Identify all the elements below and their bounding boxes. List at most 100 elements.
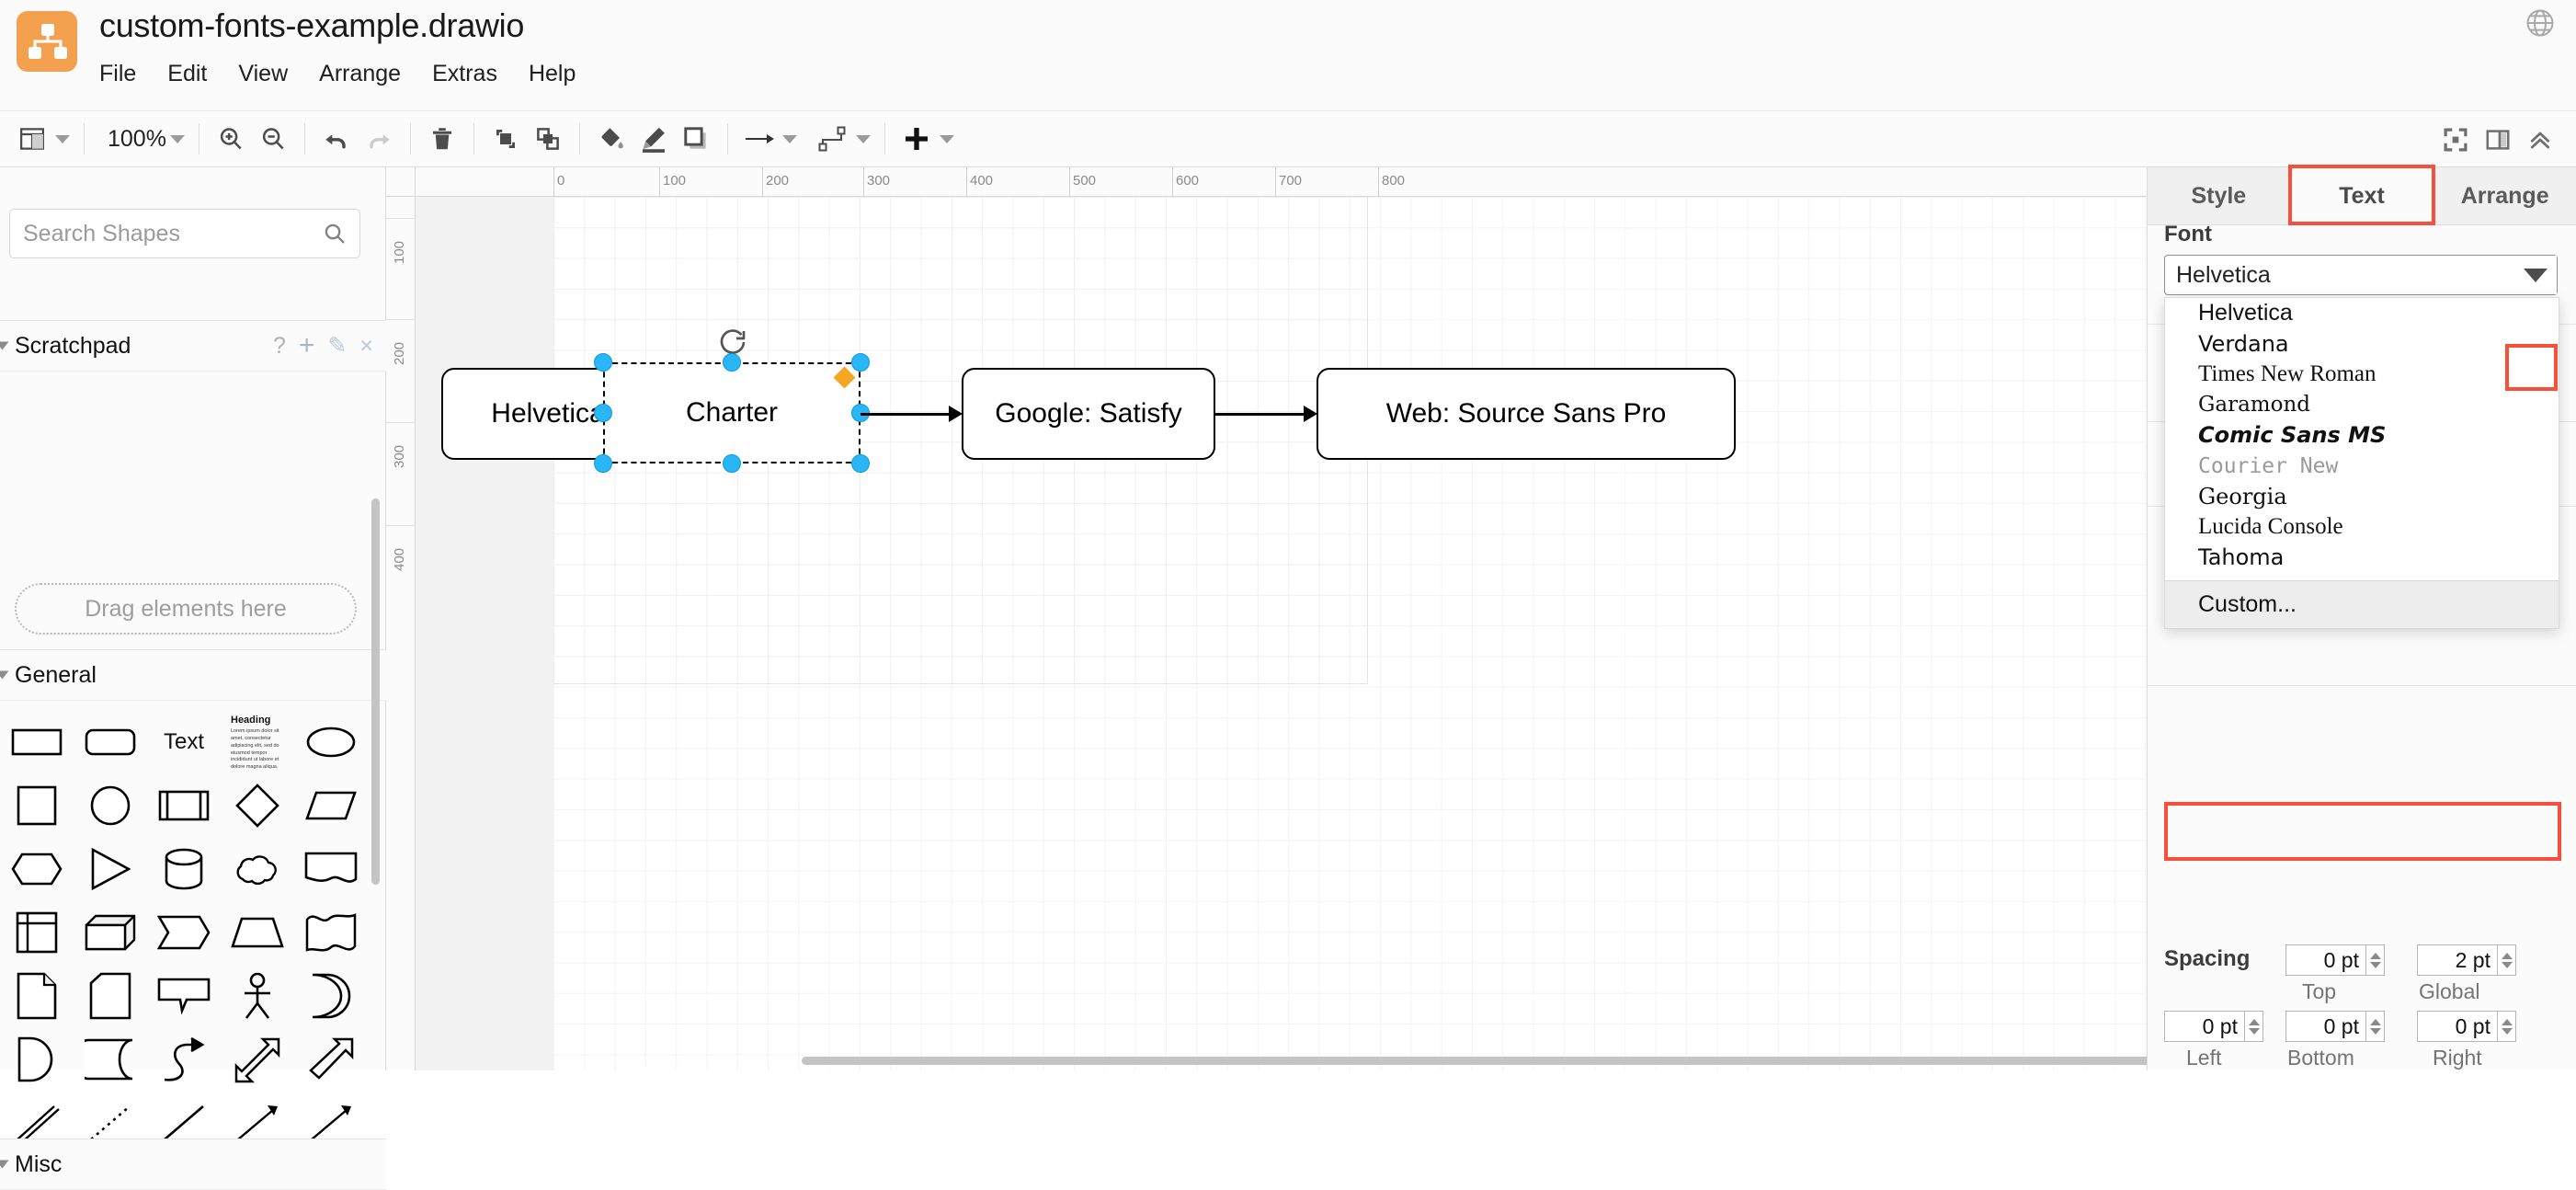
arrow-shape[interactable] <box>294 1027 368 1091</box>
canvas-viewport[interactable]: Helvetica Charter Google: Satisfy Web: S… <box>416 197 2147 1070</box>
to-front-icon[interactable] <box>484 118 527 160</box>
globe-icon[interactable] <box>2525 7 2556 39</box>
hexagon-shape[interactable] <box>0 837 74 900</box>
triangle-shape[interactable] <box>74 837 147 900</box>
actor-shape[interactable] <box>221 964 294 1027</box>
line-color-icon[interactable] <box>633 118 675 160</box>
zoom-caret-icon[interactable] <box>169 134 185 143</box>
resize-handle-nw[interactable] <box>594 353 612 372</box>
spacing-right-stepper[interactable] <box>2498 1011 2516 1042</box>
close-icon[interactable]: × <box>359 334 373 358</box>
collapse-toolbar-icon[interactable] <box>2519 119 2561 161</box>
process-shape[interactable] <box>147 773 221 837</box>
search-input[interactable] <box>9 209 360 258</box>
rounded-rectangle-shape[interactable] <box>74 710 147 773</box>
cloud-shape[interactable] <box>221 837 294 900</box>
font-option-lucida-console[interactable]: Lucida Console <box>2165 511 2559 542</box>
chevron-down-icon[interactable] <box>0 1160 9 1169</box>
spacing-global-field[interactable]: 2 pt <box>2417 944 2498 976</box>
search-icon[interactable] <box>323 222 347 246</box>
font-input[interactable]: Helvetica <box>2164 255 2558 295</box>
font-option-tahoma[interactable]: Tahoma <box>2165 543 2559 573</box>
curved-arrow-shape[interactable] <box>147 1027 221 1091</box>
tab-style[interactable]: Style <box>2148 167 2291 225</box>
menu-view[interactable]: View <box>238 61 288 87</box>
delete-icon[interactable] <box>421 118 463 160</box>
resize-handle-sw[interactable] <box>594 454 612 473</box>
note-shape[interactable] <box>0 964 74 1027</box>
font-dropdown-list[interactable]: Helvetica Verdana Times New Roman Garamo… <box>2164 297 2559 629</box>
scratchpad-section-header[interactable]: Scratchpad ? + ✎ × <box>0 320 386 372</box>
resize-handle-w[interactable] <box>594 404 612 422</box>
font-option-georgia[interactable]: Georgia <box>2165 481 2559 511</box>
font-option-garamond[interactable]: Garamond <box>2165 390 2559 420</box>
canvas-horizontal-scrollbar[interactable] <box>802 1057 2147 1065</box>
chevron-down-icon[interactable] <box>0 670 9 680</box>
node-google-satisfy[interactable]: Google: Satisfy <box>962 368 1215 460</box>
help-icon[interactable]: ? <box>273 334 286 358</box>
callout-shape[interactable] <box>147 964 221 1027</box>
waypoints-caret-icon[interactable] <box>855 134 871 143</box>
step-shape[interactable] <box>147 900 221 964</box>
square-shape[interactable] <box>0 773 74 837</box>
resize-handle-n[interactable] <box>723 353 741 372</box>
rectangle-shape[interactable] <box>0 710 74 773</box>
resize-handle-ne[interactable] <box>851 353 870 372</box>
fullscreen-icon[interactable] <box>2434 119 2477 161</box>
spacing-left-field[interactable]: 0 pt <box>2164 1011 2245 1042</box>
tab-text[interactable]: Text <box>2290 167 2434 225</box>
circle-shape[interactable] <box>74 773 147 837</box>
add-icon[interactable]: + <box>299 332 315 360</box>
menu-help[interactable]: Help <box>529 61 576 87</box>
format-panel-icon[interactable] <box>2477 119 2519 161</box>
insert-plus-icon[interactable] <box>895 118 938 160</box>
font-option-courier-new[interactable]: Courier New <box>2165 451 2559 481</box>
chevron-down-icon[interactable] <box>2514 256 2557 294</box>
resize-handle-se[interactable] <box>851 454 870 473</box>
zoom-level-label[interactable]: 100% <box>95 126 168 153</box>
tape-shape[interactable] <box>294 900 368 964</box>
waypoints-icon[interactable] <box>812 118 854 160</box>
menu-file[interactable]: File <box>99 61 136 87</box>
zoom-in-icon[interactable] <box>210 118 252 160</box>
menu-extras[interactable]: Extras <box>432 61 497 87</box>
ellipse-shape[interactable] <box>294 710 368 773</box>
menu-edit[interactable]: Edit <box>167 61 207 87</box>
font-option-verdana[interactable]: Verdana <box>2165 328 2559 359</box>
card-shape[interactable] <box>74 964 147 1027</box>
or-shape[interactable] <box>0 1027 74 1091</box>
sidebar-scrollbar[interactable] <box>371 498 380 885</box>
cylinder-shape[interactable] <box>147 837 221 900</box>
font-option-times-new-roman[interactable]: Times New Roman <box>2165 359 2559 389</box>
resize-handle-s[interactable] <box>723 454 741 473</box>
general-section-header[interactable]: General <box>0 649 386 701</box>
spacing-left-stepper[interactable] <box>2245 1011 2263 1042</box>
text-shape[interactable]: Text <box>147 710 221 773</box>
parallelogram-shape[interactable] <box>294 773 368 837</box>
connection-arrow-icon[interactable] <box>738 118 781 160</box>
edge-2[interactable] <box>861 413 956 416</box>
spacing-top-stepper[interactable] <box>2366 944 2385 976</box>
view-layout-icon[interactable] <box>11 118 53 160</box>
heading-textblock-shape[interactable]: Heading Lorem ipsum dolor sit amet, cons… <box>221 710 294 773</box>
document-shape[interactable] <box>294 837 368 900</box>
spacing-bottom-field[interactable]: 0 pt <box>2285 1011 2366 1042</box>
spacing-right-field[interactable]: 0 pt <box>2417 1011 2498 1042</box>
chevron-down-icon[interactable] <box>0 341 9 350</box>
double-arrow-shape[interactable] <box>221 1027 294 1091</box>
data-storage-shape[interactable] <box>74 1027 147 1091</box>
delay-shape[interactable] <box>294 964 368 1027</box>
view-layout-caret-icon[interactable] <box>55 134 70 143</box>
cube-shape[interactable] <box>74 900 147 964</box>
spacing-bottom-stepper[interactable] <box>2366 1011 2385 1042</box>
node-charter[interactable]: Charter <box>603 362 861 463</box>
shadow-icon[interactable] <box>675 118 717 160</box>
spacing-top-field[interactable]: 0 pt <box>2285 944 2366 976</box>
trapezoid-shape[interactable] <box>221 900 294 964</box>
font-option-comic-sans-ms[interactable]: Comic Sans MS <box>2165 420 2559 451</box>
edit-pencil-icon[interactable]: ✎ <box>327 334 347 358</box>
scratchpad-dropzone[interactable]: Drag elements here <box>15 583 357 635</box>
to-back-icon[interactable] <box>527 118 569 160</box>
menu-arrange[interactable]: Arrange <box>319 61 401 87</box>
undo-icon[interactable] <box>315 118 358 160</box>
